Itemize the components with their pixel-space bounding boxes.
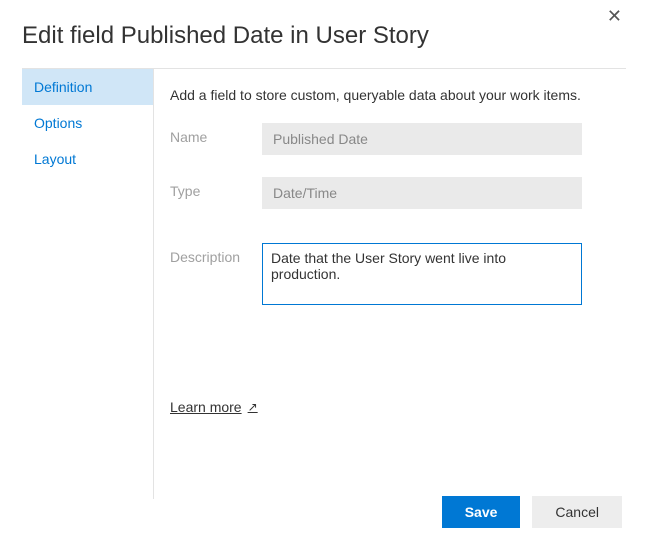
sidebar: Definition Options Layout: [22, 69, 154, 499]
learn-more-link[interactable]: Learn more ↗: [170, 399, 258, 415]
external-link-icon: ↗: [248, 400, 258, 414]
pane-intro: Add a field to store custom, queryable d…: [170, 87, 616, 103]
type-label: Type: [170, 177, 262, 199]
save-button[interactable]: Save: [442, 496, 521, 528]
description-label: Description: [170, 243, 262, 265]
name-label: Name: [170, 123, 262, 145]
field-row-name: Name: [170, 123, 616, 155]
sidebar-item-options[interactable]: Options: [22, 105, 153, 141]
dialog-title: Edit field Published Date in User Story: [22, 22, 626, 50]
sidebar-item-definition[interactable]: Definition: [22, 69, 153, 105]
definition-pane: Add a field to store custom, queryable d…: [154, 69, 626, 499]
edit-field-dialog: ✕ Edit field Published Date in User Stor…: [0, 0, 648, 519]
dialog-footer: Save Cancel: [442, 496, 622, 528]
dialog-body: Definition Options Layout Add a field to…: [22, 69, 626, 499]
field-row-description: Description: [170, 243, 616, 310]
close-icon[interactable]: ✕: [607, 6, 622, 27]
sidebar-item-layout[interactable]: Layout: [22, 141, 153, 177]
name-input: [262, 123, 582, 155]
cancel-button[interactable]: Cancel: [532, 496, 622, 528]
description-input[interactable]: [262, 243, 582, 305]
learn-more-label: Learn more: [170, 399, 242, 415]
type-input: [262, 177, 582, 209]
field-row-type: Type: [170, 177, 616, 209]
